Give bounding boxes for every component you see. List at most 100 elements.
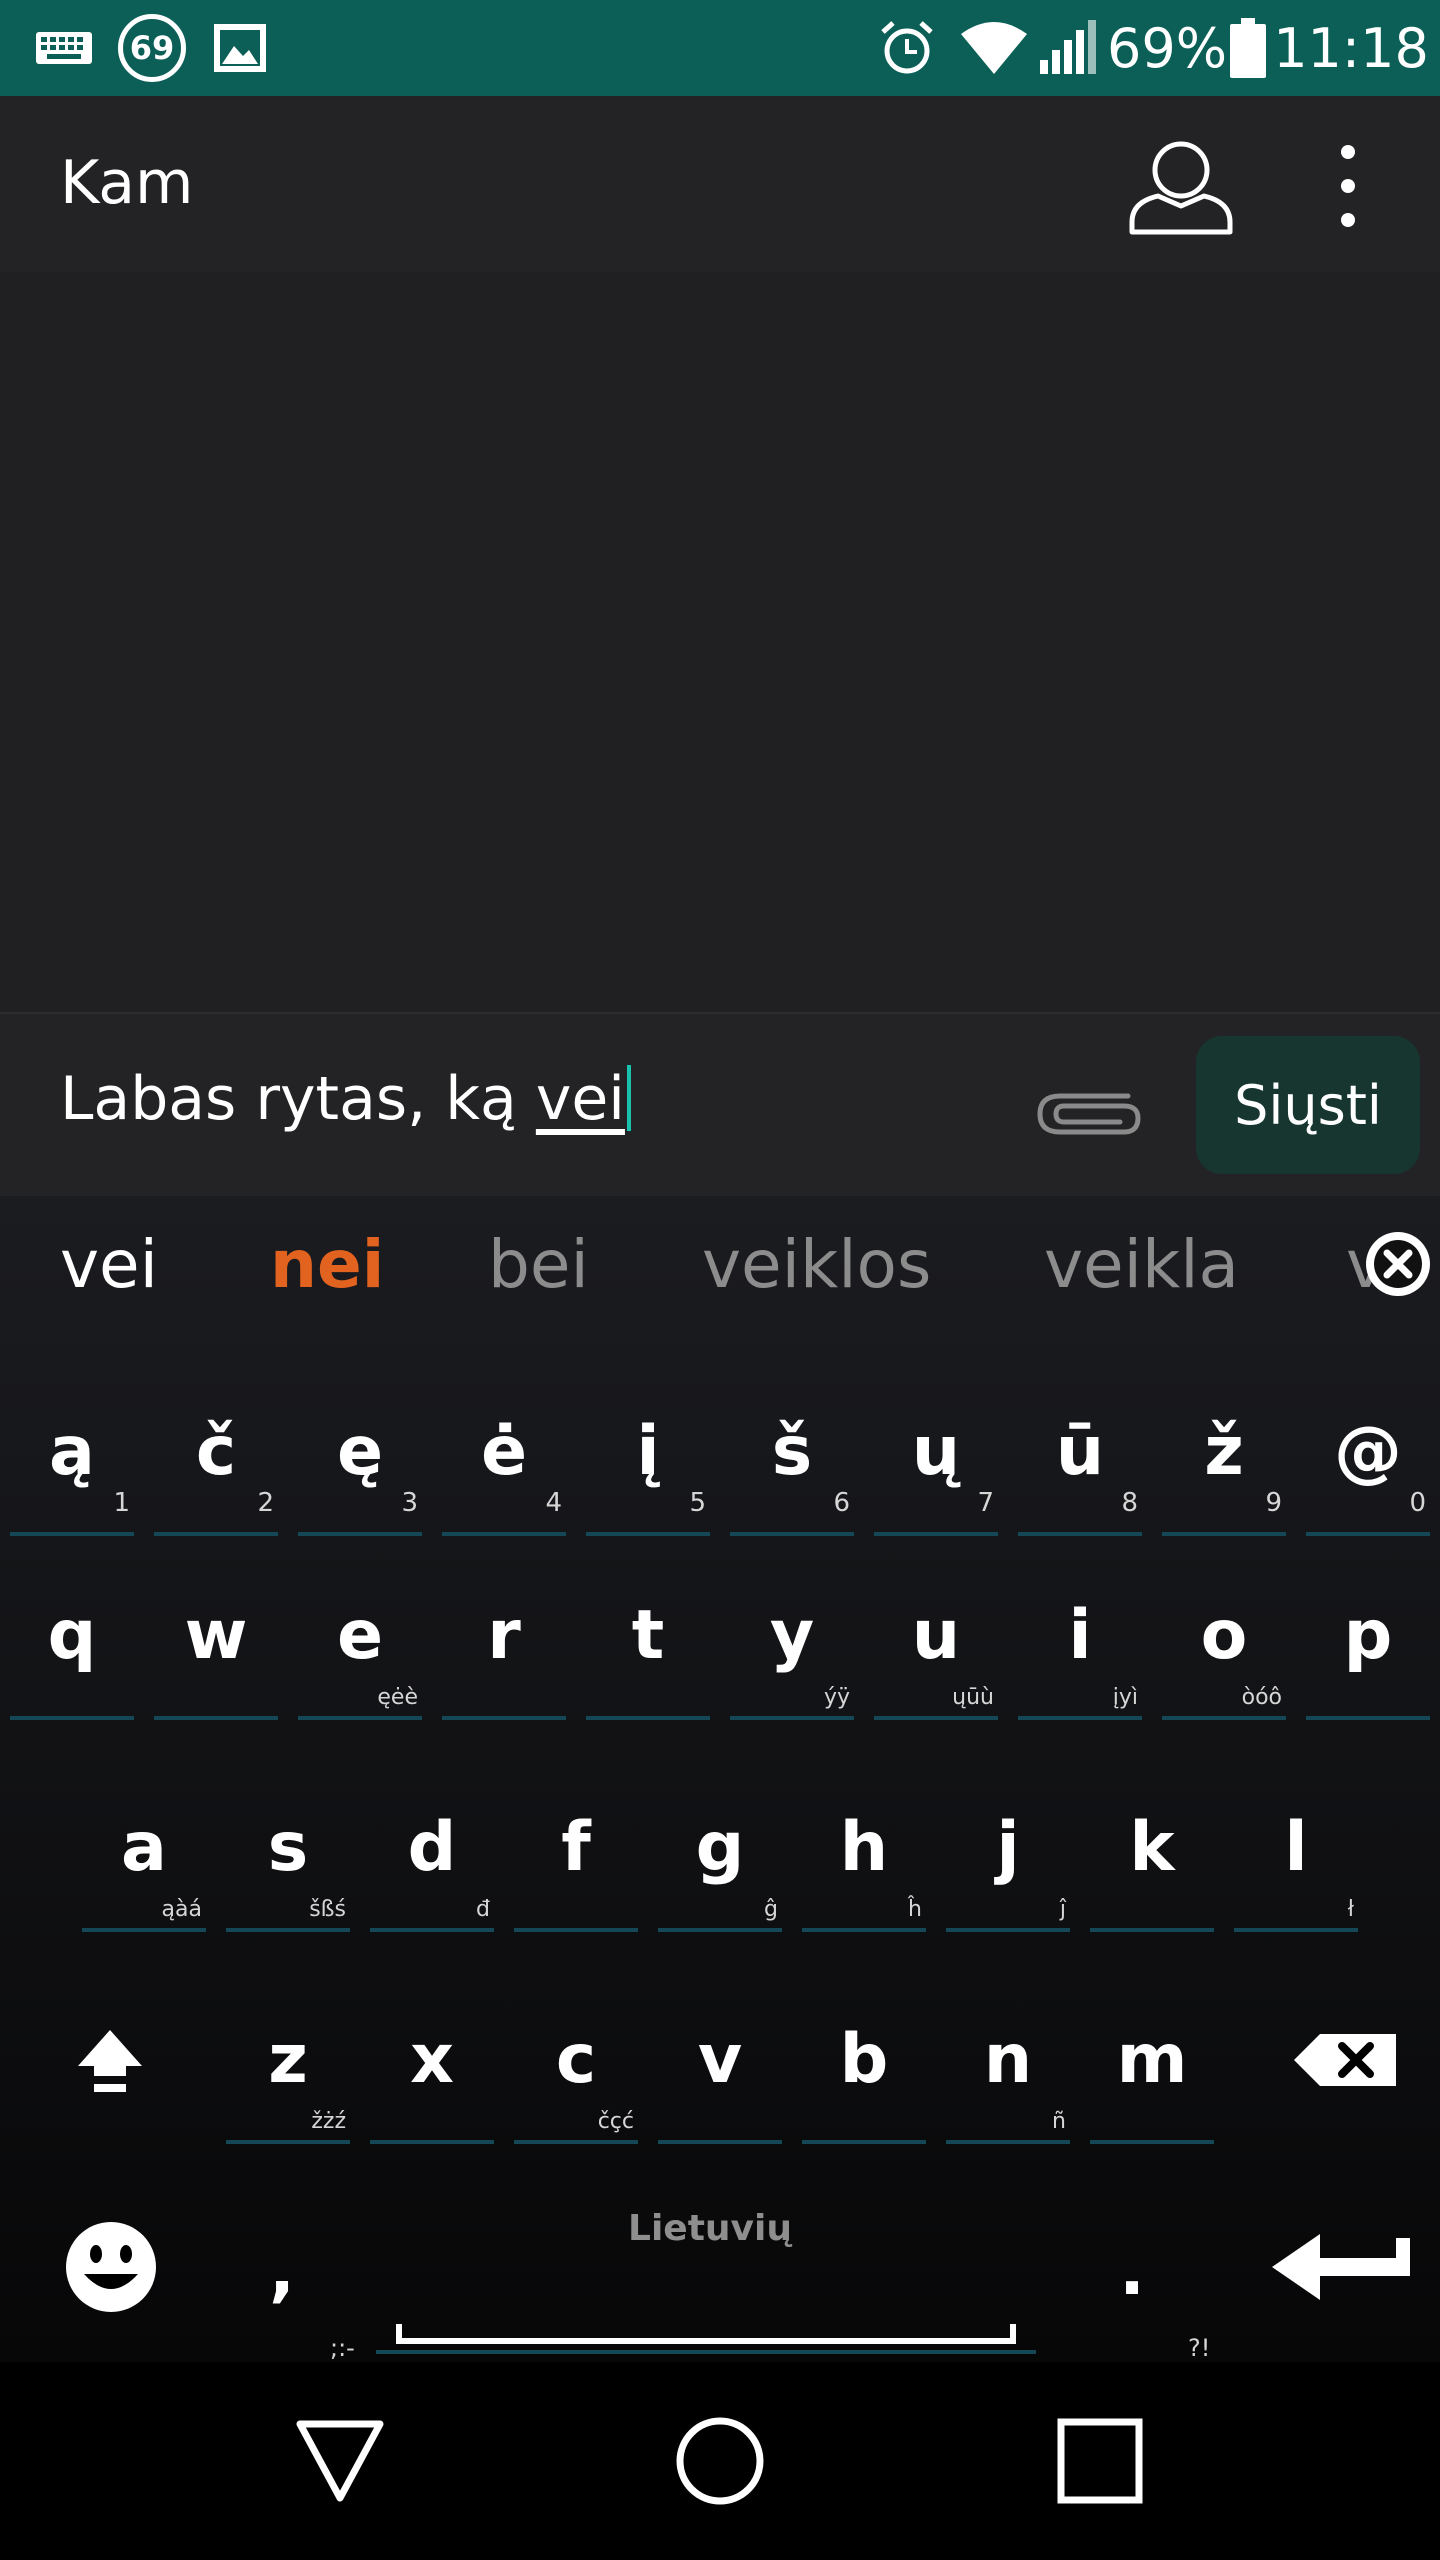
contact-icon[interactable]	[1128, 136, 1234, 236]
key-į[interactable]: į5	[576, 1392, 720, 1552]
key-period-label: .	[1119, 2232, 1145, 2311]
key-x[interactable]: x	[360, 2000, 504, 2160]
key-l[interactable]: lł	[1224, 1788, 1368, 1948]
key-z[interactable]: z žżź	[216, 2000, 360, 2160]
key-underline	[1018, 1532, 1142, 1536]
key-comma-alt: ;:-	[330, 2334, 355, 2362]
suggestion-typed[interactable]: vei	[60, 1226, 158, 1303]
key-č[interactable]: č2	[144, 1392, 288, 1552]
recipient-field-label[interactable]: Kam	[60, 148, 194, 218]
key-comma[interactable]: , ;:-	[210, 2196, 355, 2362]
key-a[interactable]: a ąàá	[72, 1788, 216, 1948]
key-accent-hint: šßś	[309, 1897, 346, 1922]
key-label: q	[47, 1596, 97, 1675]
home-icon[interactable]	[660, 2362, 780, 2560]
send-button[interactable]: Siųsti	[1196, 1036, 1420, 1174]
key-ė[interactable]: ė4	[432, 1392, 576, 1552]
key-underline	[82, 1928, 206, 1932]
key-label: č	[195, 1412, 237, 1491]
key-label: a	[121, 1808, 167, 1887]
more-options-icon[interactable]	[1330, 136, 1366, 236]
key-v[interactable]: v	[648, 2000, 792, 2160]
key-underline	[874, 1716, 998, 1720]
message-composing-text: vei	[535, 1064, 625, 1134]
key-e[interactable]: e ęėè	[288, 1576, 432, 1736]
suggestion[interactable]: bei	[488, 1226, 589, 1303]
key-b[interactable]: b	[792, 2000, 936, 2160]
emoji-icon[interactable]	[46, 2202, 176, 2332]
key-label: n	[983, 2020, 1033, 2099]
key-underline	[442, 1716, 566, 1720]
key-label: e	[336, 1596, 384, 1675]
key-accent-hint: ęėè	[377, 1685, 418, 1710]
clock: 11:18	[1273, 16, 1429, 80]
key-underline	[658, 2140, 782, 2144]
key-t[interactable]: t	[576, 1576, 720, 1736]
key-ą[interactable]: ą1	[0, 1392, 144, 1552]
key-label: ę	[336, 1412, 384, 1491]
key-h[interactable]: hĥ	[792, 1788, 936, 1948]
key-c[interactable]: c čçć	[504, 2000, 648, 2160]
key-j[interactable]: jĵ	[936, 1788, 1080, 1948]
key-label: h	[839, 1808, 889, 1887]
backspace-icon[interactable]	[1270, 2000, 1420, 2120]
key-underline	[226, 2140, 350, 2144]
key-underline	[730, 1716, 854, 1720]
key-ų[interactable]: ų7	[864, 1392, 1008, 1552]
back-icon[interactable]	[280, 2362, 400, 2560]
key-underline	[226, 1928, 350, 1932]
app-bar: Kam	[0, 96, 1440, 272]
key-š[interactable]: š6	[720, 1392, 864, 1552]
key-label: c	[555, 2020, 597, 2099]
key-ę[interactable]: ę3	[288, 1392, 432, 1552]
key-underline	[1306, 1532, 1430, 1536]
key-ū[interactable]: ū8	[1008, 1392, 1152, 1552]
key-r[interactable]: r	[432, 1576, 576, 1736]
recents-icon[interactable]	[1040, 2362, 1160, 2560]
key-label: @	[1334, 1412, 1402, 1491]
key-f[interactable]: f	[504, 1788, 648, 1948]
key-accent-hint: ĵ	[1059, 1897, 1066, 1922]
key-accent-hint: žżź	[311, 2109, 346, 2134]
paperclip-icon[interactable]	[1034, 1084, 1144, 1144]
key-u[interactable]: u ųūù	[864, 1576, 1008, 1736]
shift-icon[interactable]	[40, 2000, 180, 2120]
key-label: p	[1343, 1596, 1393, 1675]
suggestion-best[interactable]: nei	[270, 1226, 384, 1303]
key-g[interactable]: gĝ	[648, 1788, 792, 1948]
key-underline	[514, 2140, 638, 2144]
key-@[interactable]: @0	[1296, 1392, 1440, 1552]
key-p[interactable]: p	[1296, 1576, 1440, 1736]
suggestion[interactable]: veiklos	[702, 1226, 931, 1303]
key-o[interactable]: o òóô	[1152, 1576, 1296, 1736]
key-m[interactable]: m	[1080, 2000, 1224, 2160]
enter-icon[interactable]	[1262, 2212, 1422, 2322]
key-label: x	[410, 2020, 454, 2099]
compose-bar: Labas rytas, ką vei Siųsti	[0, 1012, 1440, 1196]
spacebar-underline	[376, 2350, 1036, 2354]
key-period-alt: ?!	[1188, 2334, 1211, 2362]
key-number-hint: 8	[1121, 1488, 1138, 1518]
key-n[interactable]: nñ	[936, 2000, 1080, 2160]
key-number-hint: 1	[113, 1488, 130, 1518]
suggestion[interactable]: veikla	[1044, 1226, 1239, 1303]
key-d[interactable]: dđ	[360, 1788, 504, 1948]
key-w[interactable]: w	[144, 1576, 288, 1736]
key-label: z	[268, 2020, 308, 2099]
key-period[interactable]: . ?!	[1060, 2196, 1210, 2362]
key-accent-hint: ýÿ	[823, 1685, 850, 1710]
dismiss-suggestions-icon[interactable]	[1362, 1228, 1434, 1300]
key-underline	[730, 1532, 854, 1536]
key-number-hint: 0	[1409, 1488, 1426, 1518]
spacebar-language-label: Lietuvių	[628, 2208, 792, 2249]
key-i[interactable]: i įyì	[1008, 1576, 1152, 1736]
key-ž[interactable]: ž9	[1152, 1392, 1296, 1552]
key-y[interactable]: y ýÿ	[720, 1576, 864, 1736]
message-committed-text: Labas rytas, ką	[60, 1064, 536, 1134]
key-underline	[154, 1532, 278, 1536]
message-input[interactable]: Labas rytas, ką vei	[60, 1064, 631, 1134]
key-q[interactable]: q	[0, 1576, 144, 1736]
key-k[interactable]: k	[1080, 1788, 1224, 1948]
spacebar[interactable]	[376, 2324, 1036, 2354]
key-s[interactable]: s šßś	[216, 1788, 360, 1948]
